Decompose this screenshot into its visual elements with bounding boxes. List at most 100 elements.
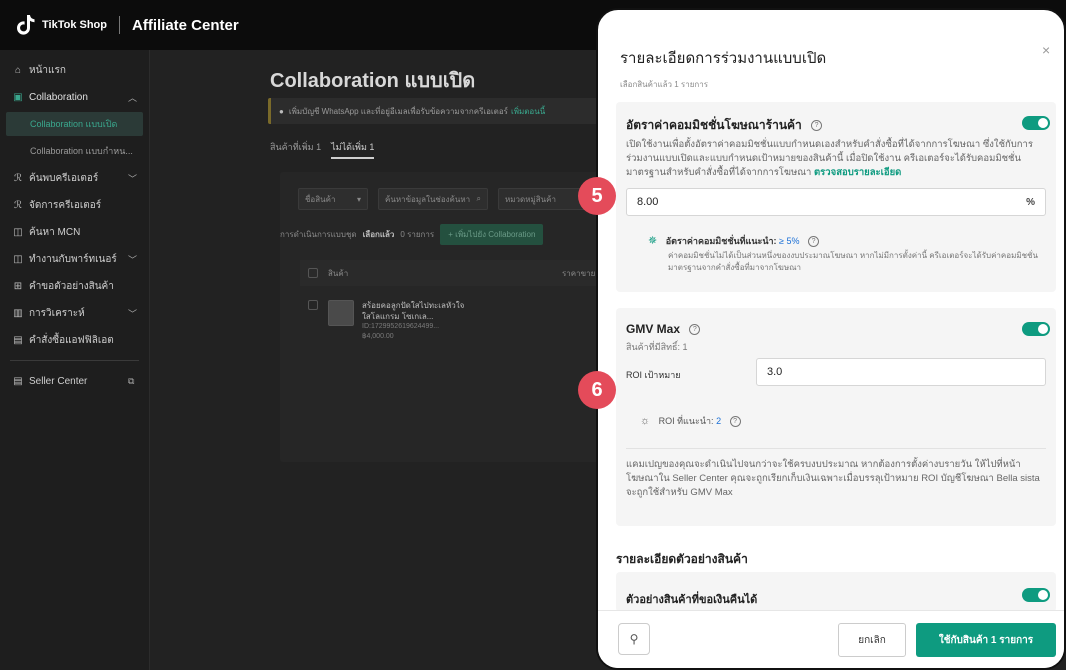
gmv-description: แคมเปญของคุณจะดำเนินไปจนกว่าจะใช้ครบงบปร… [626,459,1040,498]
sidebar-item-discover-creators[interactable]: ℛ ค้นพบครีเอเตอร์ ﹀ [0,166,149,190]
sidebar-item-label: คำขอตัวอย่างสินค้า [29,280,114,292]
gift-icon: ⊞ [13,280,23,292]
bulk-selected-label: เลือกแล้ว [362,230,395,239]
filter-field-select[interactable]: ชื่อสินค้า ▾ [298,188,368,210]
commission-rate-value: 8.00 [637,196,659,208]
sample-section: ตัวอย่างสินค้าที่ขอเงินคืนได้ [616,572,1056,612]
search-placeholder: ค้นหาข้อมูลในช่องค้นหา [385,194,471,204]
collaboration-detail-drawer: รายละเอียดการร่วมงานแบบเปิด เลือกสินค้าแ… [596,8,1066,670]
drawer-title: รายละเอียดการร่วมงานแบบเปิด [620,50,827,67]
sidebar-item-label: ค้นหา MCN [29,226,81,238]
commission-section: อัตราค่าคอมมิชชั่นโฆษณาร้านค้า ? เปิดใช้… [616,102,1056,292]
product-name[interactable]: สร้อยคอลูกปัดใสไปทะเลหัวใจใสโลแกรม โซเกเ… [362,300,472,322]
sidebar-item-collaboration[interactable]: ▣ Collaboration ︿ [0,85,149,109]
roi-target-value: 3.0 [767,366,783,378]
search-input[interactable]: ค้นหาข้อมูลในช่องค้นหา ⌕ [378,188,488,210]
sidebar-item-open-collaboration[interactable]: Collaboration แบบเปิด [6,112,143,136]
commission-title: อัตราค่าคอมมิชชั่นโฆษณาร้านค้า ? [626,116,823,135]
sidebar-item-partners[interactable]: ◫ ทำงานกับพาร์ทเนอร์ ﹀ [0,247,149,271]
cancel-button[interactable]: ยกเลิก [838,623,906,657]
home-icon: ⌂ [14,64,22,76]
sidebar-item-label: Collaboration [29,91,88,103]
help-icon[interactable]: ? [689,324,701,336]
sidebar-item-label: การวิเคราะห์ [29,307,85,319]
partners-icon: ◫ [13,253,23,265]
lightbulb-icon: ☼ [640,415,651,427]
tab-added[interactable]: สินค้าที่เพิ่ม 1 [270,140,321,159]
sidebar-item-label: Collaboration แบบกำหน... [30,146,133,156]
step-badge-6: 6 [578,371,616,409]
product-id: ID:1729952619624499... [362,323,440,330]
sidebar-item-home[interactable]: ⌂ หน้าแรก [0,58,149,82]
filter-row: ชื่อสินค้า ▾ ค้นหาข้อมูลในช่องค้นหา ⌕ หม… [298,188,598,210]
bulk-actions: การดำเนินการแบบชุด เลือกแล้ว 0 รายการ + … [280,224,544,245]
logo-text: TikTok Shop [42,18,107,31]
sidebar-item-find-mcn[interactable]: ◫ ค้นหา MCN [0,220,149,244]
help-icon[interactable]: ? [729,416,741,428]
chevron-down-icon: ﹀ [128,173,138,184]
bulk-count: 0 รายการ [400,230,435,239]
table-header: สินค้า ราคาขาย [300,260,600,286]
sidebar-item-manage-creators[interactable]: ℛ จัดการครีเอเตอร์ [0,193,149,217]
sidebar-item-label: หน้าแรก [29,64,66,76]
commission-description: เปิดใช้งานเพื่อตั้งอัตราค่าคอมมิชชั่นแบบ… [626,138,1046,180]
close-icon[interactable]: × [1042,42,1050,58]
roi-rec-value: 2 [716,416,722,426]
feedback-icon[interactable]: ⚲ [618,623,650,655]
gmv-title: GMV Max ? [626,322,701,336]
info-icon: ● [279,106,284,116]
sample-title: ตัวอย่างสินค้าที่ขอเงินคืนได้ [626,594,758,606]
sidebar-item-targeted-collaboration[interactable]: Collaboration แบบกำหน... [0,139,149,163]
sidebar-item-label: ค้นพบครีเอเตอร์ [29,172,99,184]
help-icon[interactable]: ? [808,236,820,248]
chevron-down-icon: ▾ [356,194,361,204]
apply-button[interactable]: ใช้กับสินค้า 1 รายการ [916,623,1056,657]
commission-rec-description: ค่าคอมมิชชั่นไม่ได้เป็นส่วนหนึ่งของงบประ… [668,251,1038,272]
banner-text: เพิ่มบัญชี WhatsApp และที่อยู่อีเมลเพื่อ… [288,106,508,116]
product-tabs: สินค้าที่เพิ่ม 1 ไม่ได้เพิ่ม 1 [270,140,375,159]
column-header-price: ราคาขาย [562,268,596,278]
row-checkbox[interactable] [308,300,318,310]
gmv-toggle[interactable] [1022,322,1050,336]
collaboration-icon: ▣ [13,91,23,103]
search-icon: ⌕ [476,194,481,203]
sidebar-item-sample-requests[interactable]: ⊞ คำขอตัวอย่างสินค้า [0,274,149,298]
roi-target-input[interactable]: 3.0 [756,358,1046,386]
chevron-up-icon: ︿ [128,92,138,103]
rec-value: ≥ 5% [779,236,800,246]
category-placeholder: หมวดหมู่สินค้า [505,194,556,204]
creators-icon: ℛ [14,172,22,184]
tab-not-added[interactable]: ไม่ได้เพิ่ม 1 [331,140,375,159]
commission-title-text: อัตราค่าคอมมิชชั่นโฆษณาร้านค้า [626,118,802,132]
external-link-icon: ⧉ [128,375,135,386]
sidebar-item-analytics[interactable]: ▥ การวิเคราะห์ ﹀ [0,301,149,325]
select-all-checkbox[interactable] [308,268,318,278]
sample-toggle[interactable] [1022,588,1050,602]
add-to-collaboration-button[interactable]: + เพิ่มไปยัง Collaboration [440,224,544,245]
roi-label: ROI เป้าหมาย [626,370,681,380]
sidebar-item-seller-center[interactable]: ▤ Seller Center ⧉ [0,369,149,393]
banner-link[interactable]: เพิ่มตอนนี้ [511,105,545,118]
notice-banner: ● เพิ่มบัญชี WhatsApp และที่อยู่อีเมลเพื… [268,98,598,124]
commission-toggle[interactable] [1022,116,1050,130]
sidebar-item-affiliate-orders[interactable]: ▤ คำสั่งซื้อแอฟฟิลิเอต [0,328,149,352]
table-row: สร้อยคอลูกปัดใสไปทะเลหัวใจใสโลแกรม โซเกเ… [300,294,600,354]
help-icon[interactable]: ? [811,120,823,132]
sidebar: ⌂ หน้าแรก ▣ Collaboration ︿ Collaboratio… [0,50,150,670]
commission-recommendation: ✵ อัตราค่าคอมมิชชั่นที่แนะนำ: ≥ 5% ? [648,234,820,248]
rec-label: อัตราค่าคอมมิชชั่นที่แนะนำ: [665,236,777,246]
sidebar-divider [10,360,139,361]
app-root: TikTok Shop Affiliate Center ⌂ หน้าแรก ▣… [0,0,1066,670]
view-details-link[interactable]: ตรวจสอบรายละเอียด [814,167,901,178]
drawer-header: รายละเอียดการร่วมงานแบบเปิด เลือกสินค้าแ… [620,46,826,91]
bulk-label: การดำเนินการแบบชุด [280,230,357,239]
gmv-max-section: GMV Max ? สินค้าที่มีสิทธิ์: 1 ROI เป้าห… [616,308,1056,526]
commission-rate-input[interactable]: 8.00 % [626,188,1046,216]
analytics-icon: ▥ [13,307,23,319]
store-icon: ▤ [13,375,23,387]
gmv-title-text: GMV Max [626,322,681,336]
mcn-icon: ◫ [13,226,23,238]
percent-suffix: % [1026,196,1035,208]
sample-section-title: รายละเอียดตัวอย่างสินค้า [616,552,748,566]
topbar-divider [119,16,120,34]
